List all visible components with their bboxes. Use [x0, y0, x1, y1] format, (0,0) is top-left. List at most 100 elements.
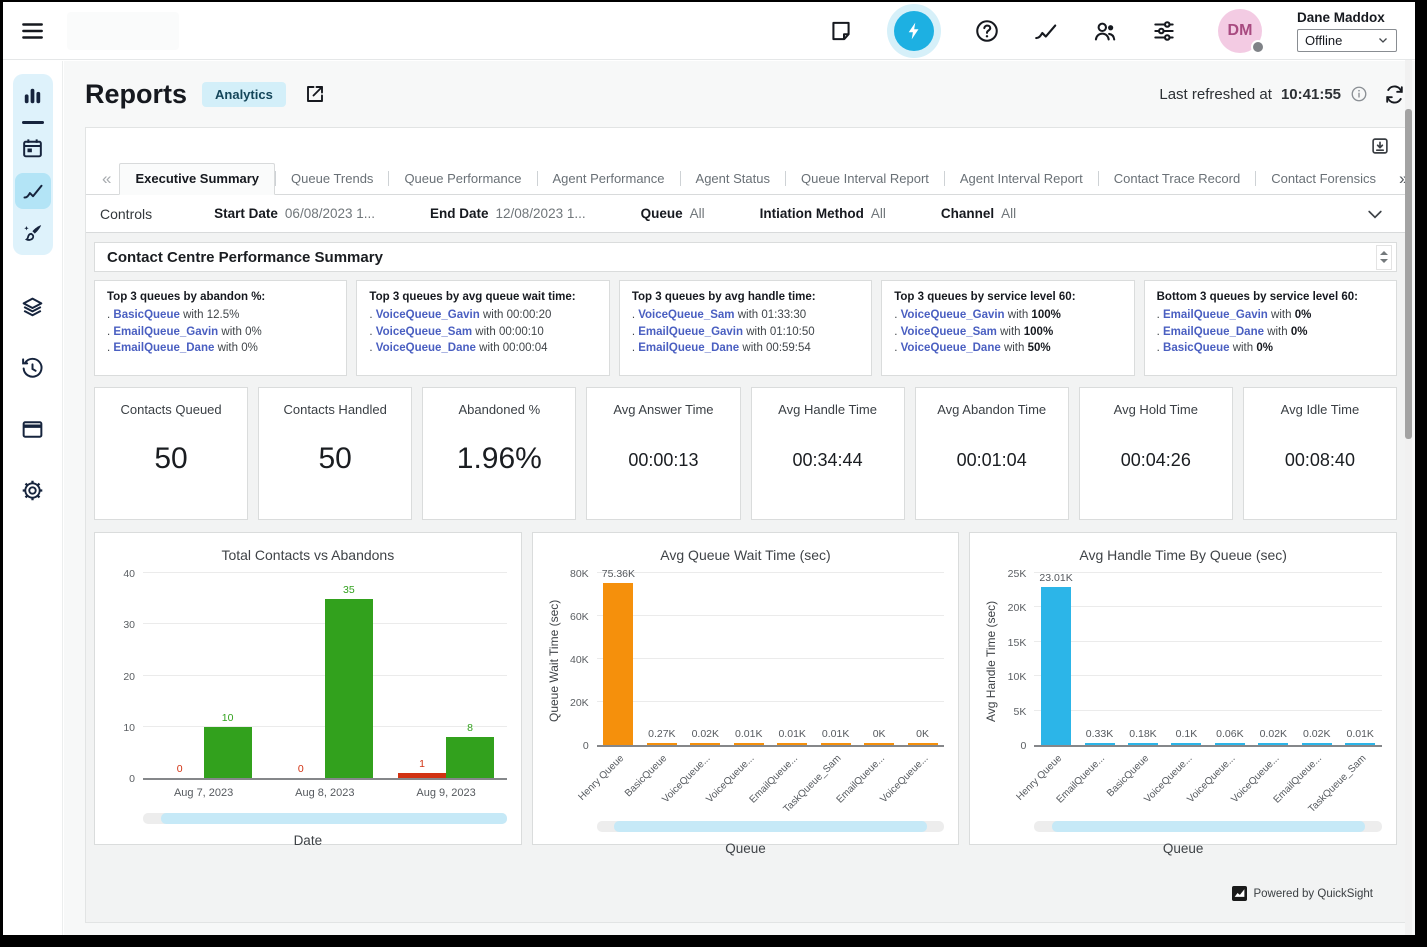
bar: [325, 599, 373, 778]
chart-scrollbar[interactable]: [597, 821, 945, 832]
insight-item: . VoiceQueue_Gavin with 00:00:20: [369, 307, 596, 324]
flash-icon[interactable]: [894, 11, 934, 51]
bar-value-label: 10: [222, 712, 234, 724]
menu-icon[interactable]: [19, 18, 45, 44]
x-axis-title: Queue: [984, 841, 1382, 856]
chart-scrollbar-thumb[interactable]: [614, 821, 927, 832]
bar-unit: 75.36K: [602, 568, 635, 745]
plot-area: 23.01K0.33K0.18K0.1K0.06K0.02K0.02K0.01K: [1034, 575, 1382, 747]
queue-link[interactable]: VoiceQueue_Gavin: [901, 309, 1005, 321]
tab-queue-performance[interactable]: Queue Performance: [389, 164, 536, 194]
x-axis-title: Date: [109, 833, 507, 848]
tab-agent-performance[interactable]: Agent Performance: [538, 164, 680, 194]
users-icon[interactable]: [1092, 18, 1118, 44]
bar-chart-icon[interactable]: [20, 84, 45, 109]
status-select[interactable]: Offline: [1297, 29, 1397, 52]
filter-end-date[interactable]: End Date12/08/2023 1...: [430, 206, 586, 221]
filter-intiation-method[interactable]: Intiation MethodAll: [760, 206, 886, 221]
main-content: Reports Analytics Last refreshed at 10:4…: [64, 61, 1415, 935]
filter-label: Intiation Method: [760, 206, 864, 221]
filter-queue[interactable]: QueueAll: [641, 206, 705, 221]
bar-group: 0K: [857, 575, 900, 745]
queue-link[interactable]: EmailQueue_Gavin: [638, 326, 743, 338]
history-icon[interactable]: [20, 356, 45, 381]
chart-scrollbar-thumb[interactable]: [1052, 821, 1365, 832]
tabs-scroll-left-icon[interactable]: «: [94, 169, 119, 194]
insight-item: . BasicQueue with 0%: [1157, 340, 1384, 357]
layers-icon[interactable]: [20, 295, 45, 320]
queue-link[interactable]: BasicQueue: [1163, 342, 1229, 354]
sidebar-divider: [22, 121, 44, 124]
bar-value-label: 0.18K: [1129, 728, 1156, 740]
queue-link[interactable]: EmailQueue_Dane: [113, 342, 214, 354]
sliders-icon[interactable]: [1151, 18, 1177, 44]
page-scrollbar-thumb[interactable]: [1405, 109, 1412, 439]
queue-link[interactable]: EmailQueue_Dane: [638, 342, 739, 354]
queue-link[interactable]: EmailQueue_Gavin: [113, 326, 218, 338]
queue-link[interactable]: VoiceQueue_Sam: [901, 326, 997, 338]
filter-start-date[interactable]: Start Date06/08/2023 1...: [214, 206, 375, 221]
bar-unit: 0.02K: [1302, 728, 1332, 745]
controls-bar[interactable]: Controls Start Date06/08/2023 1...End Da…: [86, 195, 1405, 233]
window-icon[interactable]: [20, 417, 45, 442]
queue-link[interactable]: VoiceQueue_Sam: [376, 326, 472, 338]
bar: [1258, 743, 1288, 745]
refresh-icon[interactable]: [1383, 83, 1406, 106]
bar-unit: 0.01K: [1345, 728, 1375, 745]
queue-link[interactable]: VoiceQueue_Gavin: [376, 309, 480, 321]
y-axis: 05K10K15K20K25K: [1000, 575, 1034, 747]
kpi-value: 00:34:44: [752, 450, 904, 471]
insight-value: 00:00:04: [503, 342, 548, 354]
tab-agent-status[interactable]: Agent Status: [681, 164, 785, 194]
gear-icon[interactable]: [20, 478, 45, 503]
tab-queue-trends[interactable]: Queue Trends: [276, 164, 388, 194]
page-scrollbar[interactable]: [1405, 4, 1412, 935]
queue-link[interactable]: EmailQueue_Gavin: [1163, 309, 1268, 321]
queue-link[interactable]: BasicQueue: [113, 309, 179, 321]
insight-box-top-3-queues-by-avg-handle-time: Top 3 queues by avg handle time:. VoiceQ…: [619, 280, 872, 376]
metrics-icon[interactable]: [1033, 18, 1059, 44]
queue-link[interactable]: EmailQueue_Dane: [1163, 326, 1264, 338]
tab-contact-trace-record[interactable]: Contact Trace Record: [1099, 164, 1255, 194]
insight-title: Top 3 queues by service level 60:: [894, 291, 1121, 303]
queue-link[interactable]: VoiceQueue_Sam: [638, 309, 734, 321]
tab-executive-summary[interactable]: Executive Summary: [119, 163, 275, 195]
line-chart-icon[interactable]: [15, 173, 51, 209]
chart-scrollbar[interactable]: [143, 813, 507, 824]
insight-title: Top 3 queues by avg handle time:: [632, 291, 859, 303]
scroll-down-icon[interactable]: [1380, 259, 1388, 263]
calendar-icon[interactable]: [20, 136, 45, 161]
filter-channel[interactable]: ChannelAll: [941, 206, 1016, 221]
y-tick: 10: [123, 722, 135, 734]
tab-agent-interval-report[interactable]: Agent Interval Report: [945, 164, 1098, 194]
bar-group: 0.01K: [1339, 575, 1382, 745]
external-link-icon[interactable]: [303, 82, 327, 106]
scroll-up-icon[interactable]: [1380, 251, 1388, 255]
download-icon[interactable]: [1369, 135, 1391, 157]
insight-item: . VoiceQueue_Sam with 00:00:10: [369, 324, 596, 341]
tab-contact-forensics[interactable]: Contact Forensics: [1256, 164, 1391, 194]
insight-connector: with: [735, 309, 762, 321]
controls-chevron-down-icon[interactable]: [1365, 204, 1385, 224]
summary-scroll-arrows[interactable]: [1376, 245, 1392, 270]
filter-label: Start Date: [214, 206, 278, 221]
chart-scrollbar-thumb[interactable]: [161, 813, 507, 824]
bar-group: 0.18K: [1121, 575, 1164, 745]
tab-queue-interval-report[interactable]: Queue Interval Report: [786, 164, 944, 194]
queue-link[interactable]: VoiceQueue_Dane: [901, 342, 1001, 354]
chart-total-contacts-vs-abandons: Total Contacts vs Abandons01020304001003…: [94, 532, 522, 845]
dashboard: Contact Centre Performance Summary Top 3…: [86, 233, 1405, 922]
chart-scrollbar[interactable]: [1034, 821, 1382, 832]
paintbrush-icon[interactable]: [20, 221, 45, 246]
insight-connector: with: [1268, 309, 1295, 321]
kpi-value: 00:08:40: [1244, 450, 1396, 471]
queue-link[interactable]: VoiceQueue_Dane: [376, 342, 476, 354]
chart-body: Queue Wait Time (sec)020K40K60K80K75.36K…: [547, 575, 945, 747]
help-icon[interactable]: [974, 18, 1000, 44]
avatar[interactable]: DM: [1218, 9, 1262, 53]
bar-value-label: 0.01K: [1347, 728, 1374, 740]
y-tick: 20: [123, 671, 135, 683]
notes-icon[interactable]: [828, 18, 854, 44]
kpi-card-avg-answer-time: Avg Answer Time00:00:13: [586, 387, 740, 520]
bar-group: 0.02K: [684, 575, 727, 745]
